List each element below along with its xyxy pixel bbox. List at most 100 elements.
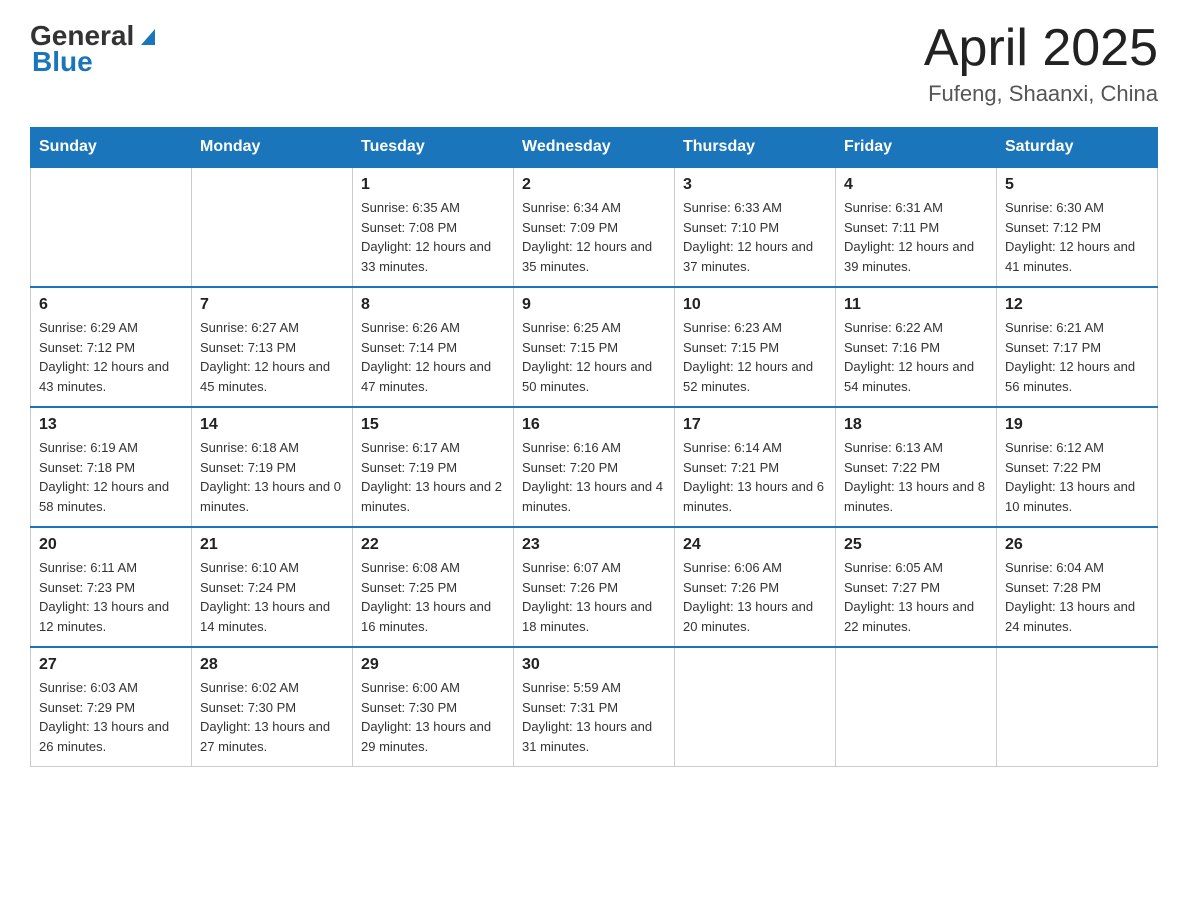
day-number: 18: [844, 416, 988, 434]
calendar-cell: 2 Sunrise: 6:34 AMSunset: 7:09 PMDaylight…: [514, 167, 675, 287]
day-info: Sunrise: 6:14 AMSunset: 7:21 PMDaylight:…: [683, 438, 827, 516]
day-number: 27: [39, 656, 183, 674]
calendar-cell: 23 Sunrise: 6:07 AMSunset: 7:26 PMDayligh…: [514, 527, 675, 647]
day-info: Sunrise: 6:06 AMSunset: 7:26 PMDaylight:…: [683, 558, 827, 636]
calendar-cell: 5Sunrise: 6:30 AMSunset: 7:12 PMDaylight…: [997, 167, 1158, 287]
day-number: 11: [844, 296, 988, 314]
day-info: Sunrise: 6:35 AMSunset: 7:08 PMDaylight:…: [361, 198, 505, 276]
calendar-cell: 18 Sunrise: 6:13 AMSunset: 7:22 PMDayligh…: [836, 407, 997, 527]
day-info: Sunrise: 6:27 AMSunset: 7:13 PMDaylight:…: [200, 318, 344, 396]
calendar-location: Fufeng, Shaanxi, China: [924, 81, 1158, 107]
title-block: April 2025 Fufeng, Shaanxi, China: [924, 20, 1158, 107]
calendar-cell: 13Sunrise: 6:19 AMSunset: 7:18 PMDayligh…: [31, 407, 192, 527]
calendar-cell: 10Sunrise: 6:23 AMSunset: 7:15 PMDayligh…: [675, 287, 836, 407]
weekday-header-row: SundayMondayTuesdayWednesdayThursdayFrid…: [31, 128, 1158, 168]
day-number: 8: [361, 296, 505, 314]
day-number: 26: [1005, 536, 1149, 554]
day-number: 19: [1005, 416, 1149, 434]
calendar-cell: 12 Sunrise: 6:21 AMSunset: 7:17 PMDayligh…: [997, 287, 1158, 407]
calendar-cell: 11 Sunrise: 6:22 AMSunset: 7:16 PMDayligh…: [836, 287, 997, 407]
day-info: Sunrise: 6:23 AMSunset: 7:15 PMDaylight:…: [683, 318, 827, 396]
day-number: 21: [200, 536, 344, 554]
day-info: Sunrise: 6:13 AMSunset: 7:22 PMDaylight:…: [844, 438, 988, 516]
day-number: 17: [683, 416, 827, 434]
day-number: 16: [522, 416, 666, 434]
week-row-4: 20 Sunrise: 6:11 AMSunset: 7:23 PMDayligh…: [31, 527, 1158, 647]
day-info: Sunrise: 6:02 AMSunset: 7:30 PMDaylight:…: [200, 678, 344, 756]
calendar-cell: [836, 647, 997, 767]
day-number: 23: [522, 536, 666, 554]
day-number: 6: [39, 296, 183, 314]
day-info: Sunrise: 6:25 AMSunset: 7:15 PMDaylight:…: [522, 318, 666, 396]
calendar-cell: [675, 647, 836, 767]
day-number: 4: [844, 176, 988, 194]
day-info: Sunrise: 6:04 AMSunset: 7:28 PMDaylight:…: [1005, 558, 1149, 636]
weekday-header-wednesday: Wednesday: [514, 128, 675, 168]
weekday-header-sunday: Sunday: [31, 128, 192, 168]
weekday-header-thursday: Thursday: [675, 128, 836, 168]
calendar-cell: 27 Sunrise: 6:03 AMSunset: 7:29 PMDayligh…: [31, 647, 192, 767]
day-number: 12: [1005, 296, 1149, 314]
day-info: Sunrise: 6:17 AMSunset: 7:19 PMDaylight:…: [361, 438, 505, 516]
day-number: 13: [39, 416, 183, 434]
calendar-cell: 24 Sunrise: 6:06 AMSunset: 7:26 PMDayligh…: [675, 527, 836, 647]
calendar-cell: 29 Sunrise: 6:00 AMSunset: 7:30 PMDayligh…: [353, 647, 514, 767]
day-info: Sunrise: 6:16 AMSunset: 7:20 PMDaylight:…: [522, 438, 666, 516]
day-info: Sunrise: 6:05 AMSunset: 7:27 PMDaylight:…: [844, 558, 988, 636]
day-info: Sunrise: 6:00 AMSunset: 7:30 PMDaylight:…: [361, 678, 505, 756]
day-number: 1: [361, 176, 505, 194]
calendar-cell: 4Sunrise: 6:31 AMSunset: 7:11 PMDaylight…: [836, 167, 997, 287]
week-row-2: 6 Sunrise: 6:29 AMSunset: 7:12 PMDaylight…: [31, 287, 1158, 407]
week-row-5: 27 Sunrise: 6:03 AMSunset: 7:29 PMDayligh…: [31, 647, 1158, 767]
day-info: Sunrise: 6:21 AMSunset: 7:17 PMDaylight:…: [1005, 318, 1149, 396]
calendar-cell: 3 Sunrise: 6:33 AMSunset: 7:10 PMDaylight…: [675, 167, 836, 287]
day-number: 5: [1005, 176, 1149, 194]
day-number: 15: [361, 416, 505, 434]
calendar-table: SundayMondayTuesdayWednesdayThursdayFrid…: [30, 127, 1158, 767]
day-info: Sunrise: 5:59 AMSunset: 7:31 PMDaylight:…: [522, 678, 666, 756]
day-info: Sunrise: 6:12 AMSunset: 7:22 PMDaylight:…: [1005, 438, 1149, 516]
calendar-cell: [31, 167, 192, 287]
day-number: 14: [200, 416, 344, 434]
logo-blue-text: Blue: [32, 46, 93, 78]
calendar-cell: 15 Sunrise: 6:17 AMSunset: 7:19 PMDayligh…: [353, 407, 514, 527]
day-number: 24: [683, 536, 827, 554]
day-info: Sunrise: 6:08 AMSunset: 7:25 PMDaylight:…: [361, 558, 505, 636]
day-number: 2: [522, 176, 666, 194]
weekday-header-friday: Friday: [836, 128, 997, 168]
day-info: Sunrise: 6:10 AMSunset: 7:24 PMDaylight:…: [200, 558, 344, 636]
day-number: 20: [39, 536, 183, 554]
day-info: Sunrise: 6:07 AMSunset: 7:26 PMDaylight:…: [522, 558, 666, 636]
calendar-cell: 8 Sunrise: 6:26 AMSunset: 7:14 PMDaylight…: [353, 287, 514, 407]
day-number: 28: [200, 656, 344, 674]
day-info: Sunrise: 6:34 AMSunset: 7:09 PMDaylight:…: [522, 198, 666, 276]
day-info: Sunrise: 6:03 AMSunset: 7:29 PMDaylight:…: [39, 678, 183, 756]
day-info: Sunrise: 6:22 AMSunset: 7:16 PMDaylight:…: [844, 318, 988, 396]
logo: General Blue: [30, 20, 159, 78]
calendar-cell: 7 Sunrise: 6:27 AMSunset: 7:13 PMDaylight…: [192, 287, 353, 407]
calendar-cell: 26 Sunrise: 6:04 AMSunset: 7:28 PMDayligh…: [997, 527, 1158, 647]
calendar-cell: 30 Sunrise: 5:59 AMSunset: 7:31 PMDayligh…: [514, 647, 675, 767]
week-row-3: 13Sunrise: 6:19 AMSunset: 7:18 PMDayligh…: [31, 407, 1158, 527]
weekday-header-saturday: Saturday: [997, 128, 1158, 168]
day-number: 29: [361, 656, 505, 674]
day-number: 30: [522, 656, 666, 674]
calendar-cell: 22Sunrise: 6:08 AMSunset: 7:25 PMDayligh…: [353, 527, 514, 647]
day-number: 7: [200, 296, 344, 314]
day-info: Sunrise: 6:33 AMSunset: 7:10 PMDaylight:…: [683, 198, 827, 276]
page-header: General Blue April 2025 Fufeng, Shaanxi,…: [30, 20, 1158, 107]
day-number: 3: [683, 176, 827, 194]
weekday-header-tuesday: Tuesday: [353, 128, 514, 168]
day-info: Sunrise: 6:11 AMSunset: 7:23 PMDaylight:…: [39, 558, 183, 636]
day-number: 25: [844, 536, 988, 554]
calendar-cell: 21 Sunrise: 6:10 AMSunset: 7:24 PMDayligh…: [192, 527, 353, 647]
day-info: Sunrise: 6:26 AMSunset: 7:14 PMDaylight:…: [361, 318, 505, 396]
calendar-cell: 25 Sunrise: 6:05 AMSunset: 7:27 PMDayligh…: [836, 527, 997, 647]
day-number: 9: [522, 296, 666, 314]
calendar-title: April 2025: [924, 20, 1158, 77]
calendar-cell: 17 Sunrise: 6:14 AMSunset: 7:21 PMDayligh…: [675, 407, 836, 527]
calendar-cell: 16 Sunrise: 6:16 AMSunset: 7:20 PMDayligh…: [514, 407, 675, 527]
day-info: Sunrise: 6:29 AMSunset: 7:12 PMDaylight:…: [39, 318, 183, 396]
logo-triangle-icon: [137, 25, 159, 47]
weekday-header-monday: Monday: [192, 128, 353, 168]
